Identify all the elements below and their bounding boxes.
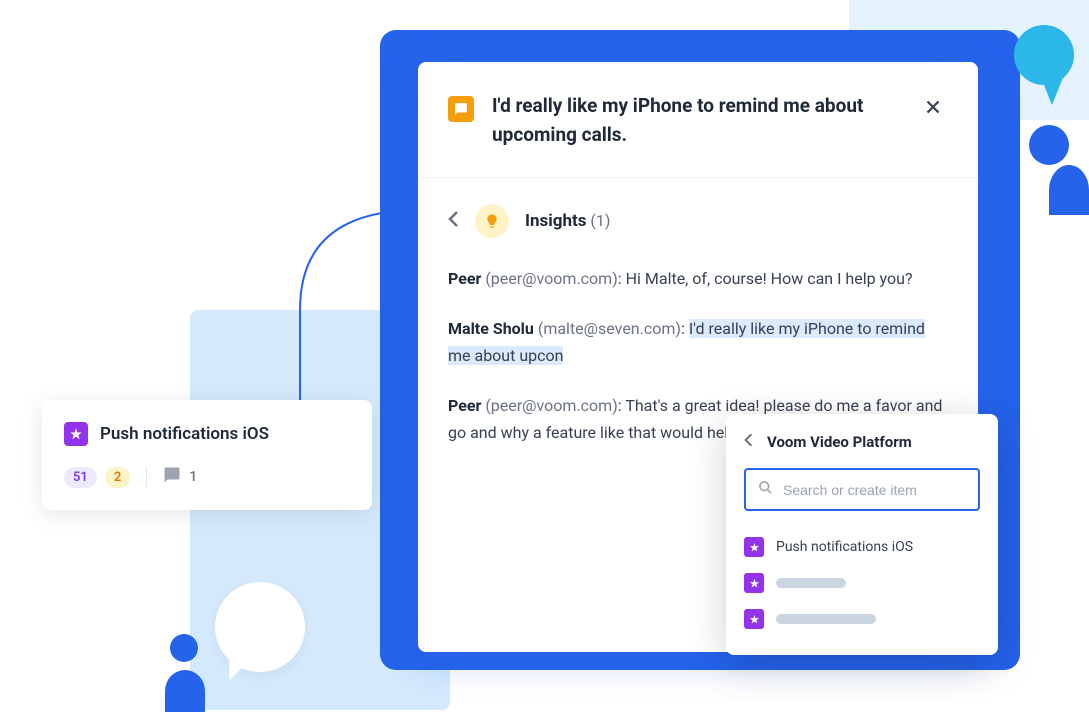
message-author: Peer <box>448 396 481 415</box>
stat-badge: 51 <box>64 467 97 488</box>
stat-badge: 2 <box>105 467 130 488</box>
insight-modal: I'd really like my iPhone to remind me a… <box>418 62 978 652</box>
star-icon <box>744 537 764 557</box>
person-decoration-body <box>1049 165 1089 215</box>
message-email: (peer@voom.com) <box>485 269 617 288</box>
insights-row: Insights (1) <box>448 204 948 238</box>
insights-heading: Insights (1) <box>525 211 610 231</box>
star-icon <box>744 573 764 593</box>
message-author: Peer <box>448 269 481 288</box>
message-text: Hi Malte, of, course! How can I help you… <box>626 269 913 288</box>
message-email: (peer@voom.com) <box>485 396 617 415</box>
dropdown-item[interactable] <box>744 601 980 637</box>
dropdown-panel: Voom Video Platform Push notifications i… <box>726 414 998 655</box>
placeholder-line <box>776 578 846 588</box>
insights-label: Insights <box>525 211 586 231</box>
search-box[interactable] <box>744 468 980 511</box>
person-decoration-head <box>1029 125 1069 165</box>
feature-card-header: Push notifications iOS <box>64 422 350 446</box>
dropdown-item[interactable] <box>744 565 980 601</box>
lightbulb-icon <box>475 204 509 238</box>
dropdown-item-label: Push notifications iOS <box>776 539 913 555</box>
feature-title: Push notifications iOS <box>100 424 269 444</box>
comment-icon <box>163 466 181 488</box>
modal-header: I'd really like my iPhone to remind me a… <box>418 62 978 178</box>
message: Malte Sholu (malte@seven.com): I'd reall… <box>448 316 948 369</box>
search-input[interactable] <box>783 482 966 498</box>
dropdown-title: Voom Video Platform <box>767 433 912 451</box>
back-button[interactable] <box>448 210 459 232</box>
placeholder-line <box>776 614 876 624</box>
person-decoration-head-2 <box>170 634 198 662</box>
feature-stats: 51 2 1 <box>64 466 350 488</box>
dropdown-back-button[interactable] <box>744 432 753 452</box>
divider <box>146 467 147 487</box>
speech-bubble-decoration <box>215 582 305 672</box>
close-button[interactable] <box>918 92 948 125</box>
message-email: (malte@seven.com) <box>538 319 681 338</box>
dropdown-header: Voom Video Platform <box>744 432 980 452</box>
lightbulb-decoration <box>1014 25 1074 85</box>
dropdown-item[interactable]: Push notifications iOS <box>744 529 980 565</box>
message-author: Malte Sholu <box>448 319 534 338</box>
modal-title: I'd really like my iPhone to remind me a… <box>492 92 900 149</box>
message: Peer (peer@voom.com): Hi Malte, of, cour… <box>448 266 948 292</box>
feature-card[interactable]: Push notifications iOS 51 2 1 <box>42 400 372 510</box>
person-decoration-body-2 <box>165 670 205 712</box>
chat-icon <box>448 96 474 122</box>
comment-count: 1 <box>189 469 197 485</box>
search-icon <box>758 480 773 499</box>
star-icon <box>744 609 764 629</box>
insights-count: (1) <box>590 211 610 230</box>
star-icon <box>64 422 88 446</box>
